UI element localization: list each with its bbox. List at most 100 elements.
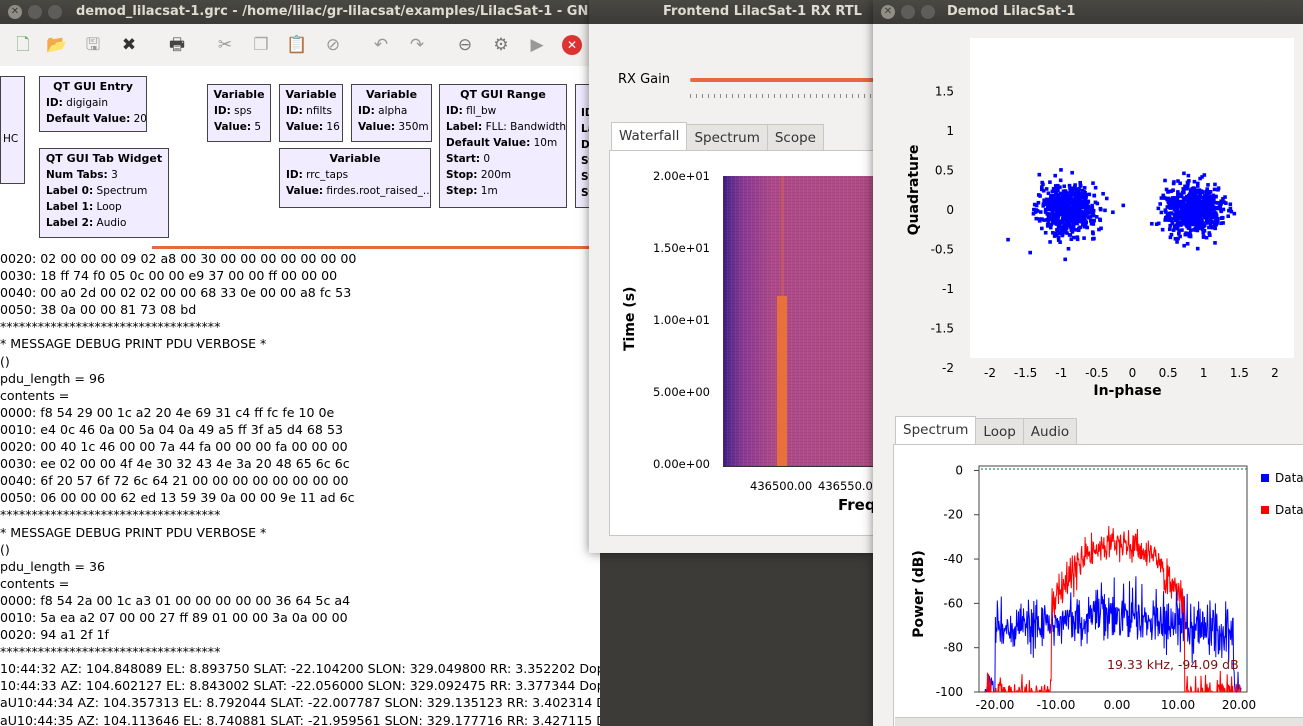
- constellation-xtick: 0: [1129, 366, 1137, 380]
- close-file-icon[interactable]: ✖: [118, 34, 140, 56]
- constellation-point: [1212, 211, 1216, 216]
- grc-window-title: demod_lilacsat-1.grc - /home/lilac/gr-li…: [76, 4, 599, 19]
- copy-icon[interactable]: ❐: [250, 34, 272, 56]
- constellation-point: [1051, 218, 1055, 223]
- generate-icon[interactable]: ⚙: [490, 34, 512, 56]
- tab-waterfall[interactable]: Waterfall: [611, 122, 688, 151]
- constellation-point: [1175, 240, 1179, 244]
- constellation-point: [1050, 189, 1055, 194]
- tab-spectrum[interactable]: Spectrum: [895, 416, 977, 445]
- constellation-point: [1075, 215, 1079, 219]
- constellation-point: [1186, 173, 1191, 178]
- constellation-point: [1104, 196, 1109, 201]
- waterfall-panel: Time (s) 2.00e+01 1.50e+01 1.00e+01 5.00…: [609, 150, 879, 536]
- maximize-icon[interactable]: [921, 5, 935, 19]
- block-variable-sps[interactable]: Variable ID: sps Value: 5: [207, 84, 271, 142]
- constellation-point: [1053, 189, 1058, 193]
- constellation-point: [1042, 218, 1046, 222]
- tab-audio[interactable]: Audio: [1022, 418, 1078, 445]
- constellation-point: [1095, 201, 1100, 206]
- cut-icon[interactable]: ✂: [214, 34, 236, 56]
- constellation-xtick: 1: [1200, 366, 1208, 380]
- constellation-ytick: 0: [946, 203, 954, 217]
- flowgraph-canvas[interactable]: HC QT GUI Entry ID: digigain Default Val…: [0, 66, 600, 250]
- tab-scope[interactable]: Scope: [766, 124, 824, 151]
- close-icon[interactable]: ✕: [8, 5, 22, 19]
- constellation-point: [1205, 190, 1209, 195]
- block-variable-rrc-taps[interactable]: Variable ID: rrc_taps Value: firdes.root…: [279, 148, 431, 208]
- execute-icon[interactable]: ▶: [526, 34, 548, 56]
- disable-block-icon[interactable]: ⊖: [454, 34, 476, 56]
- tab-loop[interactable]: Loop: [975, 418, 1024, 445]
- kill-icon[interactable]: ✕: [562, 35, 582, 55]
- console-line: 0000: f8 54 29 00 1c a2 20 4e 69 31 c4 f…: [0, 404, 335, 420]
- spectrum-ytick: -60: [943, 596, 963, 610]
- close-icon[interactable]: ✕: [881, 5, 895, 19]
- constellation-point: [1059, 168, 1063, 172]
- console-line: contents =: [0, 387, 70, 403]
- constellation-point: [1202, 228, 1207, 233]
- constellation-ytick: 1: [946, 124, 954, 138]
- constellation-point: [1214, 194, 1218, 199]
- constellation-point: [1205, 216, 1210, 221]
- canvas-scrollbar[interactable]: [152, 246, 592, 249]
- constellation-point: [1090, 203, 1094, 208]
- print-icon[interactable]: 🖶: [166, 34, 188, 56]
- constellation-point: [1055, 228, 1060, 232]
- constellation-point: [1087, 192, 1092, 197]
- delete-icon[interactable]: ⊘: [322, 34, 344, 56]
- constellation-point: [1212, 187, 1217, 192]
- constellation-xtick: 0.5: [1159, 366, 1178, 380]
- constellation-point: [1198, 208, 1203, 213]
- spectrum-scrollbar[interactable]: [895, 717, 1303, 726]
- rx-gain-slider[interactable]: [690, 78, 879, 82]
- constellation-point: [1047, 198, 1051, 202]
- constellation-point: [1037, 172, 1042, 177]
- block-qt-gui-entry[interactable]: QT GUI Entry ID: digigain Default Value:…: [39, 76, 147, 132]
- constellation-point: [1093, 185, 1098, 190]
- save-icon[interactable]: 🖫: [82, 34, 104, 56]
- constellation-point: [1192, 179, 1197, 184]
- minimize-icon[interactable]: [28, 5, 42, 19]
- paste-icon[interactable]: 📋: [286, 34, 308, 56]
- redo-icon[interactable]: ↷: [406, 34, 428, 56]
- block-qt-gui-range[interactable]: QT GUI Range ID: fll_bw Label: FLL: Band…: [439, 84, 567, 208]
- constellation-ylabel: Quadrature: [906, 145, 922, 236]
- constellation-point: [1167, 227, 1172, 232]
- constellation-point: [1092, 193, 1097, 198]
- constellation-point: [1068, 186, 1072, 190]
- constellation-point: [1071, 226, 1076, 231]
- constellation-point: [1075, 210, 1079, 215]
- waterfall-ytick: 1.50e+01: [653, 241, 710, 255]
- console-line: ***********************************: [0, 507, 221, 523]
- minimize-icon[interactable]: [901, 5, 915, 19]
- maximize-icon[interactable]: [48, 5, 62, 19]
- console-line: * MESSAGE DEBUG PRINT PDU VERBOSE *: [0, 336, 267, 352]
- waterfall-ytick: 1.00e+01: [653, 313, 710, 327]
- block-edge-partial[interactable]: HC: [0, 76, 25, 184]
- constellation-point: [1221, 207, 1226, 212]
- constellation-point: [1182, 171, 1186, 176]
- rx-gain-label: RX Gain: [618, 72, 670, 87]
- undo-icon[interactable]: ↶: [370, 34, 392, 56]
- constellation-point: [1033, 210, 1038, 214]
- console-line: aU10:44:34 AZ: 104.357313 EL: 8.792044 S…: [0, 695, 600, 711]
- constellation-point: [1076, 228, 1081, 233]
- open-folder-icon[interactable]: 📂: [46, 34, 68, 56]
- constellation-point: [1169, 218, 1173, 223]
- constellation-point: [1062, 199, 1067, 203]
- constellation-plot-area: [970, 38, 1294, 358]
- constellation-point: [1094, 215, 1099, 219]
- block-variable-alpha[interactable]: Variable ID: alpha Value: 350m: [351, 84, 432, 142]
- constellation-point: [1186, 221, 1191, 225]
- constellation-point: [1150, 221, 1154, 226]
- constellation-point: [1067, 233, 1072, 237]
- block-variable-nfilts[interactable]: Variable ID: nfilts Value: 16: [279, 84, 343, 142]
- tab-spectrum[interactable]: Spectrum: [686, 124, 768, 151]
- console-line: 10:44:32 AZ: 104.848089 EL: 8.893750 SLA…: [0, 661, 600, 677]
- constellation-xlabel: In-phase: [1093, 383, 1161, 399]
- constellation-point: [1210, 196, 1215, 201]
- block-qt-gui-tab-widget[interactable]: QT GUI Tab Widget Num Tabs: 3 Label 0: S…: [39, 148, 169, 238]
- constellation-point: [1195, 190, 1200, 195]
- new-file-icon[interactable]: 🗋: [12, 34, 34, 56]
